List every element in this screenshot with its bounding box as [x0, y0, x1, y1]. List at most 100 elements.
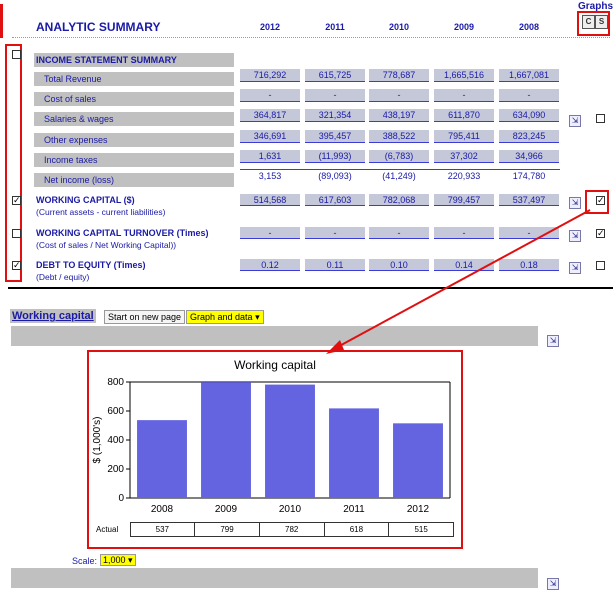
income-value-cell: -: [499, 89, 559, 102]
income-row-label: Total Revenue: [34, 72, 234, 86]
footer-notes-bar[interactable]: [11, 568, 538, 588]
scale-label: Scale:: [72, 556, 98, 566]
income-value-cell: 395,457: [305, 130, 365, 143]
year-header-2011: 2011: [325, 22, 345, 32]
income-row-label: Income taxes: [34, 153, 234, 167]
income-value-cell: 388,522: [369, 130, 429, 143]
ratio-title: DEBT TO EQUITY (Times): [36, 260, 146, 270]
income-value-cell: 1,631: [240, 150, 300, 163]
ratio-include-checkbox[interactable]: [12, 229, 21, 238]
left-checkbox-column-highlight: [5, 44, 22, 282]
income-value-cell: 34,966: [499, 150, 559, 163]
income-value-cell: (41,249): [382, 171, 416, 181]
x-tick-label: 2011: [343, 504, 365, 515]
net-income-separator: [240, 169, 560, 170]
income-value-cell: 364,817: [240, 109, 300, 122]
income-value-cell: 778,687: [369, 69, 429, 82]
page-title: ANALYTIC SUMMARY: [36, 20, 161, 34]
y-tick-label: 800: [107, 377, 124, 388]
income-value-cell: 611,870: [434, 109, 494, 122]
income-value-cell: 1,665,516: [434, 69, 494, 82]
income-value-cell: 321,354: [305, 109, 365, 122]
chart-data-cell: 782: [258, 522, 325, 537]
income-row-label: Net income (loss): [34, 173, 234, 187]
chart-data-row: Actual 537 799 782 618 515: [96, 522, 454, 537]
chart-data-cell: 799: [194, 522, 260, 537]
income-value-cell: 220,933: [447, 171, 481, 181]
ratio-value-cell: 514,568: [240, 194, 300, 206]
chart-bar: [265, 384, 315, 498]
income-value-cell: (11,993): [305, 150, 365, 163]
ratio-value-cell: -: [240, 227, 300, 239]
chart-title: Working capital: [234, 358, 316, 372]
year-header-2009: 2009: [453, 22, 475, 32]
x-tick-label: 2010: [279, 504, 302, 515]
income-value-cell: 823,245: [499, 130, 559, 143]
income-value-cell: -: [369, 89, 429, 102]
scale-value: 1,000: [103, 555, 126, 565]
graph-s-button[interactable]: S: [595, 15, 608, 29]
graph-option-value: Graph and data: [190, 312, 253, 322]
income-value-cell: 174,780: [512, 171, 546, 181]
income-value-cell: 615,725: [305, 69, 365, 82]
income-value-cell: 3,153: [258, 171, 282, 181]
left-highlight-mark: [0, 4, 3, 38]
chart-data-table: Actual 537 799 782 618 515: [96, 522, 454, 537]
graph-c-button[interactable]: C: [582, 15, 595, 29]
start-new-page-button[interactable]: Start on new page: [104, 310, 186, 324]
ratio-include-checkbox[interactable]: [12, 196, 21, 205]
year-header-2012: 2012: [259, 22, 281, 32]
footer-graph-icon[interactable]: ⇲: [547, 578, 559, 590]
header-divider: [12, 37, 610, 38]
ratio-title: WORKING CAPITAL ($): [36, 195, 135, 205]
chart-data-row-label: Actual: [96, 525, 119, 534]
income-value-cell: 438,197: [369, 109, 429, 122]
y-tick-label: 600: [107, 406, 124, 417]
ratio-value-cell: 0.12: [240, 259, 300, 271]
income-value-cell: -: [434, 89, 494, 102]
salaries-graph-checkbox[interactable]: [596, 114, 605, 123]
chevron-down-icon: ▾: [128, 555, 133, 565]
income-row-label: Cost of sales: [34, 92, 234, 106]
income-summary-checkbox[interactable]: [12, 50, 21, 59]
ratio-include-checkbox[interactable]: [12, 261, 21, 270]
annotation-arrow-line: [331, 209, 591, 351]
chart-data-cell: 618: [323, 522, 390, 537]
income-value-cell: (6,783): [369, 150, 429, 163]
y-tick-label: 200: [107, 464, 124, 475]
chart-bar: [201, 382, 251, 498]
x-tick-label: 2012: [407, 504, 430, 515]
x-tick-label: 2009: [215, 504, 238, 515]
chart-bar: [393, 423, 443, 498]
ratio-title: WORKING CAPITAL TURNOVER (Times): [36, 228, 209, 238]
ratio-subtitle: (Current assets - current liabilities): [36, 207, 166, 217]
chart-data-cell: 515: [388, 522, 454, 537]
y-tick-label: 400: [107, 435, 124, 446]
ratio-subtitle: (Cost of sales / Net Working Capital)): [36, 240, 177, 250]
chevron-down-icon: ▾: [255, 312, 260, 322]
income-value-cell: (89,093): [318, 171, 352, 181]
graph-icon[interactable]: ⇲: [569, 115, 581, 127]
y-axis-label: $ (1,000's): [92, 417, 103, 464]
chart-plot: $ (1,000's) 0 200 400 600 800 2008 2009 2010 2011…: [92, 377, 451, 515]
income-row-label: Salaries & wages: [34, 112, 234, 126]
chart-bar: [329, 408, 379, 498]
income-value-cell: 716,292: [240, 69, 300, 82]
year-header-2010: 2010: [388, 22, 410, 32]
ratio-subtitle: (Debt / equity): [36, 272, 90, 282]
y-tick-label: 0: [118, 493, 124, 504]
income-value-cell: -: [240, 89, 300, 102]
income-value-cell: 37,302: [434, 150, 494, 163]
income-summary-heading: INCOME STATEMENT SUMMARY: [34, 53, 234, 67]
income-value-cell: 346,691: [240, 130, 300, 143]
x-tick-label: 2008: [151, 504, 174, 515]
graph-option-select[interactable]: Graph and data ▾: [186, 310, 264, 324]
section-title[interactable]: Working capital: [10, 309, 96, 323]
annotation-arrow: [326, 209, 591, 354]
income-value-cell: 1,667,081: [499, 69, 559, 82]
chart-data-cell: 537: [129, 522, 196, 537]
scale-select[interactable]: 1,000 ▾: [100, 554, 136, 566]
income-value-cell: -: [305, 89, 365, 102]
income-value-cell: 634,090: [499, 109, 559, 122]
income-value-cell: 795,411: [434, 130, 494, 143]
